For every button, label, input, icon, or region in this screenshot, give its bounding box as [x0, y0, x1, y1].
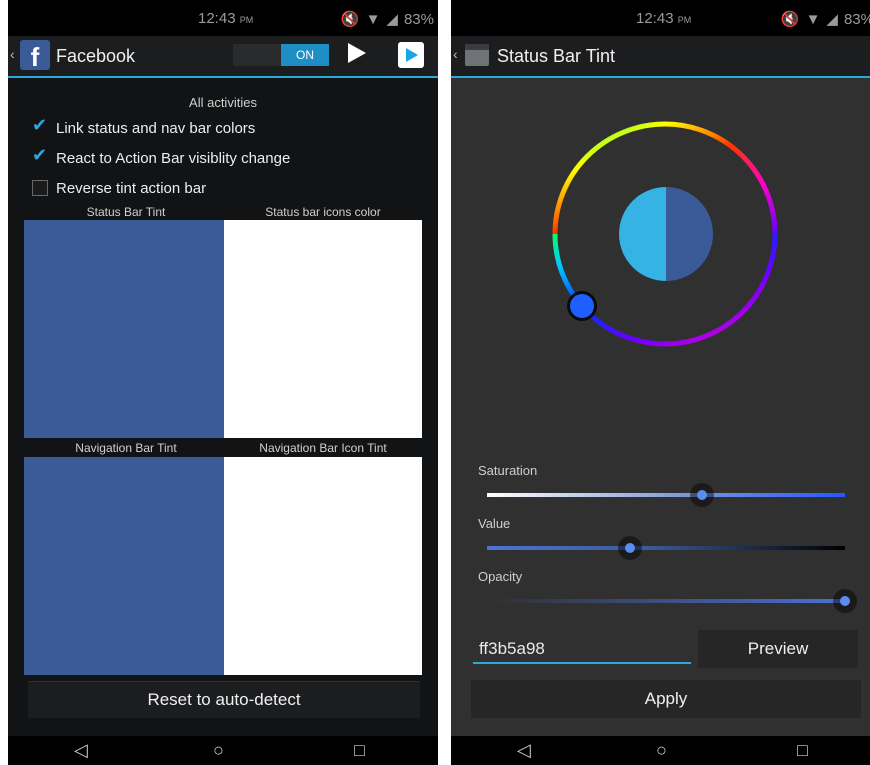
value-thumb[interactable] — [618, 536, 643, 560]
toggle-on-label: ON — [281, 44, 329, 66]
action-bar: ‹ f Facebook ON — [8, 36, 438, 78]
recents-icon[interactable]: □ — [797, 740, 808, 761]
status-time: 12:43 PM — [198, 10, 254, 27]
right-screen: 12:43 PM 🔇 ▼ ◢ 83% ‹ Status Bar Tint — [451, 0, 870, 765]
saturation-thumb[interactable] — [689, 483, 714, 507]
navigation-bar-icon-tint-label: Navigation Bar Icon Tint — [259, 441, 387, 455]
enable-toggle[interactable]: ON — [233, 44, 329, 66]
left-screen: 12:43 PM 🔇 ▼ ◢ 83% ‹ f Facebook ON All a… — [8, 0, 438, 765]
signal-icon: ◢ — [386, 11, 398, 28]
status-bar-icons-color-swatch[interactable] — [224, 220, 422, 438]
checkbox-checked[interactable] — [32, 115, 48, 136]
back-icon[interactable]: ◁ — [517, 740, 531, 761]
status-bar-tint-swatch[interactable] — [24, 220, 224, 438]
reset-button[interactable]: Reset to auto-detect — [28, 681, 420, 718]
status-bar: 12:43 PM 🔇 ▼ ◢ 83% — [451, 0, 870, 36]
back-icon[interactable]: ◁ — [74, 740, 88, 761]
color-wheel-handle[interactable] — [570, 294, 594, 318]
facebook-app-icon: f — [20, 40, 50, 72]
navigation-bar-icon-tint-swatch[interactable] — [224, 457, 422, 675]
app-settings-icon — [465, 44, 489, 66]
back-caret-icon[interactable]: ‹ — [453, 46, 458, 62]
checkbox-react-action-bar[interactable]: React to Action Bar visiblity change — [32, 145, 291, 170]
opacity-thumb[interactable] — [833, 589, 857, 613]
app-title: Facebook — [56, 46, 136, 66]
status-bar-tint-label: Status Bar Tint — [86, 205, 166, 219]
screen-title: Status Bar Tint — [497, 46, 616, 66]
status-bar-icons-color-label: Status bar icons color — [265, 205, 381, 219]
mute-icon: 🔇 — [340, 11, 360, 28]
wifi-icon: ▼ — [365, 10, 381, 28]
apply-button[interactable]: Apply — [471, 680, 861, 718]
checkbox-label: Link status and nav bar colors — [56, 119, 256, 137]
home-icon[interactable]: ○ — [656, 740, 667, 761]
signal-icon: ◢ — [826, 11, 838, 28]
opacity-slider[interactable] — [487, 599, 845, 603]
checkbox-label: React to Action Bar visiblity change — [56, 149, 291, 167]
checkbox-reverse-tint[interactable]: Reverse tint action bar — [32, 176, 206, 200]
wifi-icon: ▼ — [805, 10, 821, 28]
value-slider[interactable] — [487, 546, 845, 550]
checkbox-link-colors[interactable]: Link status and nav bar colors — [32, 115, 256, 140]
status-bar: 12:43 PM 🔇 ▼ ◢ 83% — [8, 0, 438, 36]
hex-color-input[interactable]: ff3b5a98 — [473, 634, 691, 664]
system-nav-bar: ◁ ○ □ — [8, 736, 438, 765]
play-store-icon[interactable] — [398, 42, 424, 68]
checkbox-unchecked[interactable] — [32, 180, 48, 196]
saturation-label: Saturation — [478, 463, 538, 478]
home-icon[interactable]: ○ — [213, 740, 224, 761]
navigation-bar-tint-swatch[interactable] — [24, 457, 224, 675]
back-caret-icon[interactable]: ‹ — [10, 46, 15, 62]
checkbox-checked[interactable] — [32, 145, 48, 166]
battery-level: 83% — [403, 10, 434, 28]
new-color-half — [666, 187, 713, 281]
value-label: Value — [478, 516, 511, 531]
color-wheel[interactable] — [451, 100, 870, 400]
system-nav-bar: ◁ ○ □ — [451, 736, 870, 765]
old-color-half — [619, 187, 666, 281]
checkbox-label: Reverse tint action bar — [56, 179, 207, 197]
action-bar: ‹ Status Bar Tint — [451, 36, 870, 78]
navigation-bar-tint-label: Navigation Bar Tint — [75, 441, 177, 455]
recents-icon[interactable]: □ — [354, 740, 365, 761]
play-icon[interactable] — [348, 43, 366, 63]
opacity-label: Opacity — [478, 569, 523, 584]
saturation-slider[interactable] — [487, 493, 845, 497]
section-title: All activities — [189, 95, 257, 110]
preview-button[interactable]: Preview — [698, 630, 858, 668]
mute-icon: 🔇 — [780, 11, 800, 28]
status-time: 12:43 PM — [636, 10, 692, 27]
battery-level: 83% — [843, 10, 870, 28]
